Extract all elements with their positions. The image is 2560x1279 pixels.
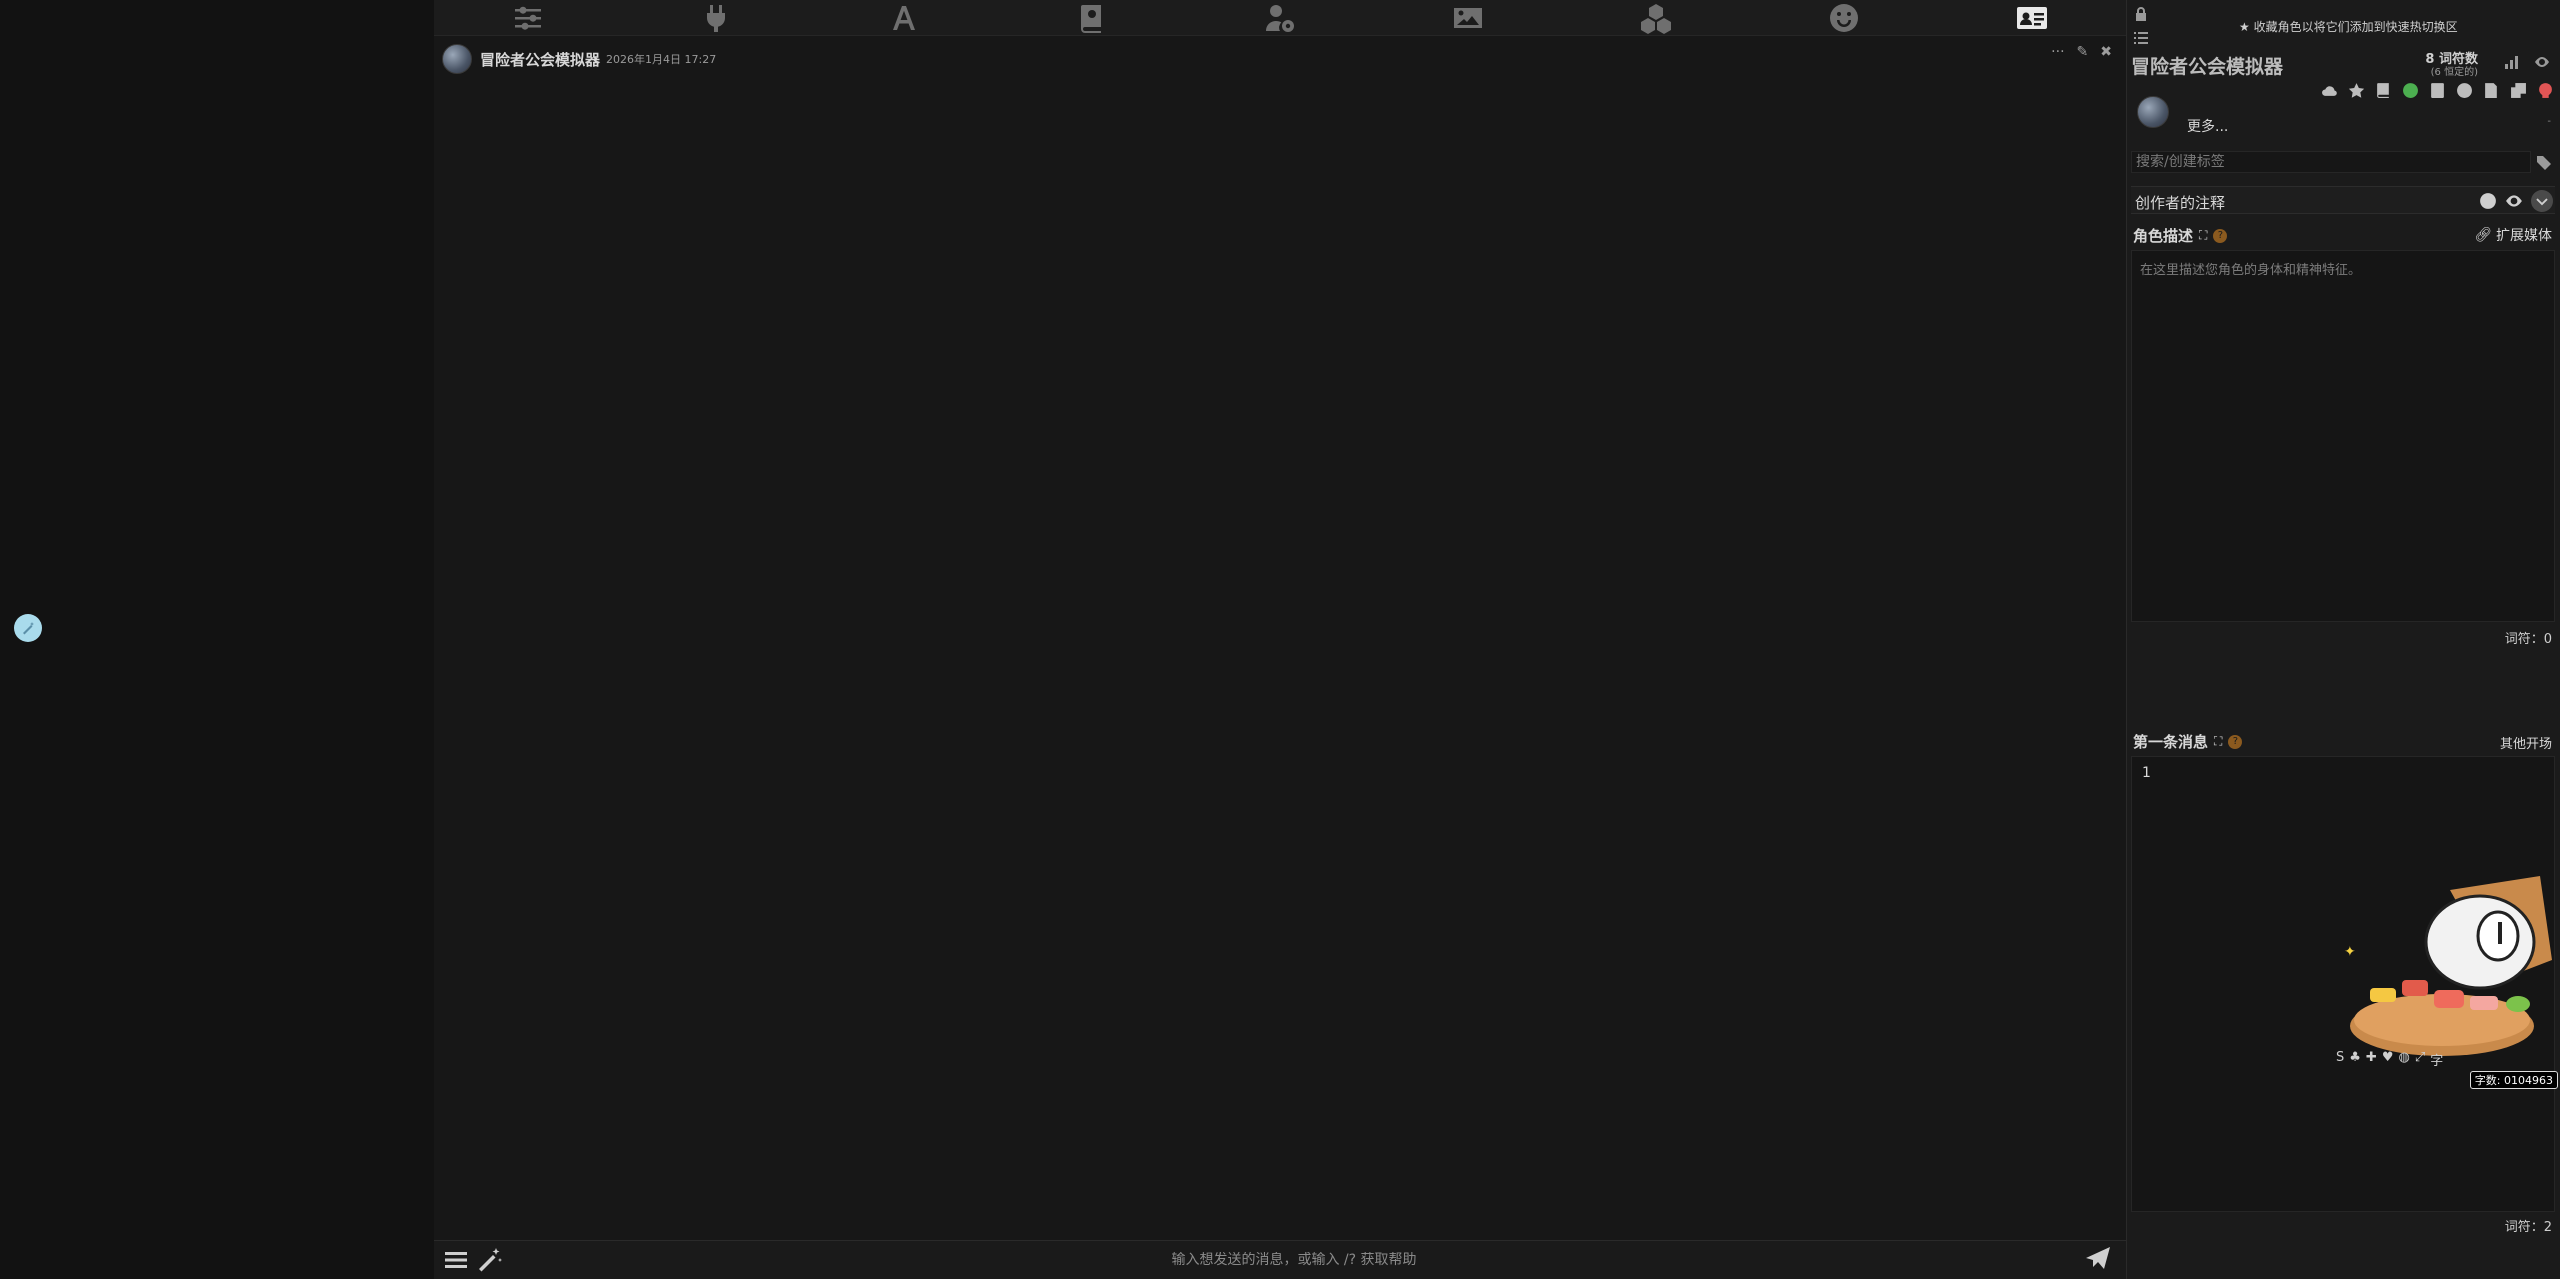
book-icon[interactable]: [1072, 1, 1112, 35]
chevron-down-icon[interactable]: [2531, 190, 2553, 212]
list-icon[interactable]: [2133, 30, 2149, 50]
eye-icon[interactable]: [2505, 192, 2523, 210]
pin-icon[interactable]: ✖: [2100, 44, 2112, 60]
wand-icon: [23, 622, 34, 635]
sliders-icon[interactable]: [508, 1, 548, 35]
more-dropdown[interactable]: 更多... -: [2181, 116, 2555, 138]
id-card-icon[interactable]: [2012, 1, 2052, 35]
message-input[interactable]: [504, 1252, 2084, 1268]
plug-icon[interactable]: [696, 1, 736, 35]
tags-icon[interactable]: [2536, 154, 2552, 174]
magic-wand-icon[interactable]: [476, 1246, 504, 1274]
first-message-token-count: 词符：2: [2504, 1220, 2552, 1235]
font-icon[interactable]: [884, 1, 924, 35]
token-permanent: (6 恒定的): [2430, 67, 2478, 78]
first-message-header: 第一条消息 ⛶ ?: [2133, 731, 2243, 752]
help-icon[interactable]: ?: [2228, 734, 2243, 749]
chat-message-header: 冒险者公会模拟器 2026年1月4日 17:27: [442, 44, 716, 74]
description-token-count: 词符：0: [2504, 632, 2552, 647]
character-name: 冒险者公会模拟器: [2131, 56, 2284, 78]
mascot-toolbar: S ♣ ✚ ♥ ◍ ⤢ 字: [2336, 1050, 2443, 1069]
pencil-icon[interactable]: ✎: [2077, 44, 2089, 60]
ellipsis-icon[interactable]: ···: [2051, 44, 2064, 60]
word-counter-badge: 字数: 0104963: [2469, 1071, 2558, 1089]
alt-greetings-button[interactable]: 其他开场: [2500, 733, 2552, 752]
book-icon[interactable]: [2375, 82, 2392, 99]
chart-icon[interactable]: [2504, 54, 2520, 74]
tag-search-input[interactable]: [2131, 151, 2531, 173]
s-icon[interactable]: S: [2336, 1050, 2344, 1069]
character-actions: [2321, 82, 2554, 99]
top-toolbar: [434, 0, 2126, 36]
message-author: 冒险者公会模拟器: [480, 50, 601, 69]
palette-icon[interactable]: [2479, 192, 2497, 210]
chat-area: 冒险者公会模拟器 2026年1月4日 17:27 ··· ✎ ✖: [434, 36, 2126, 1240]
help-icon[interactable]: ?: [2213, 228, 2228, 243]
lock-icon[interactable]: [2133, 6, 2149, 26]
description-header: 角色描述 ⛶ ?: [2133, 225, 2228, 246]
gamepad-icon[interactable]: ✚: [2366, 1050, 2377, 1069]
chevron-down-icon: -: [2547, 116, 2551, 127]
face-icon[interactable]: [2456, 82, 2473, 99]
star-icon[interactable]: [2348, 82, 2365, 99]
smile-icon[interactable]: [1824, 1, 1864, 35]
input-bar: [434, 1240, 2126, 1279]
avatar[interactable]: [442, 44, 472, 74]
globe-icon[interactable]: [2402, 82, 2419, 99]
svg-text:✦: ✦: [2344, 944, 2356, 960]
menu-icon[interactable]: [442, 1246, 470, 1274]
link-icon: 🔗︎: [2474, 227, 2492, 243]
shirt-icon[interactable]: ♣: [2349, 1050, 2361, 1069]
description-textarea[interactable]: [2131, 250, 2555, 622]
cloud-download-icon[interactable]: [2321, 82, 2338, 99]
clone-icon[interactable]: [2510, 82, 2527, 99]
send-icon: [2086, 1247, 2110, 1269]
star-icon: ★: [2239, 20, 2250, 34]
creator-notes-label: 创作者的注释: [2135, 194, 2226, 212]
send-button[interactable]: [2084, 1244, 2126, 1276]
globe-icon[interactable]: ◍: [2398, 1050, 2409, 1069]
expand-icon[interactable]: ⛶: [2214, 734, 2222, 749]
message-timestamp: 2026年1月4日 17:27: [606, 53, 717, 66]
file-export-icon[interactable]: [2483, 82, 2500, 99]
heart-icon[interactable]: ♥: [2382, 1050, 2394, 1069]
expand-media-button[interactable]: 🔗︎ 扩展媒体: [2474, 225, 2552, 245]
wand-float-button[interactable]: [14, 614, 42, 642]
character-avatar[interactable]: [2137, 96, 2169, 128]
skull-icon[interactable]: [2537, 82, 2554, 99]
message-tools: ··· ✎ ✖: [2051, 44, 2112, 60]
char-icon[interactable]: 字: [2430, 1050, 2443, 1069]
expand-icon[interactable]: ⛶: [2199, 228, 2207, 243]
passport-icon[interactable]: [2429, 82, 2446, 99]
creator-notes-drawer[interactable]: 创作者的注释: [2131, 186, 2555, 214]
user-gear-icon[interactable]: [1260, 1, 1300, 35]
resize-icon[interactable]: ⤢: [2415, 1050, 2425, 1069]
image-icon[interactable]: [1448, 1, 1488, 35]
eye-icon[interactable]: [2534, 54, 2550, 74]
cubes-icon[interactable]: [1636, 1, 1676, 35]
favorite-hint: ★ 收藏角色以将它们添加到快速热切换区: [2239, 20, 2458, 34]
